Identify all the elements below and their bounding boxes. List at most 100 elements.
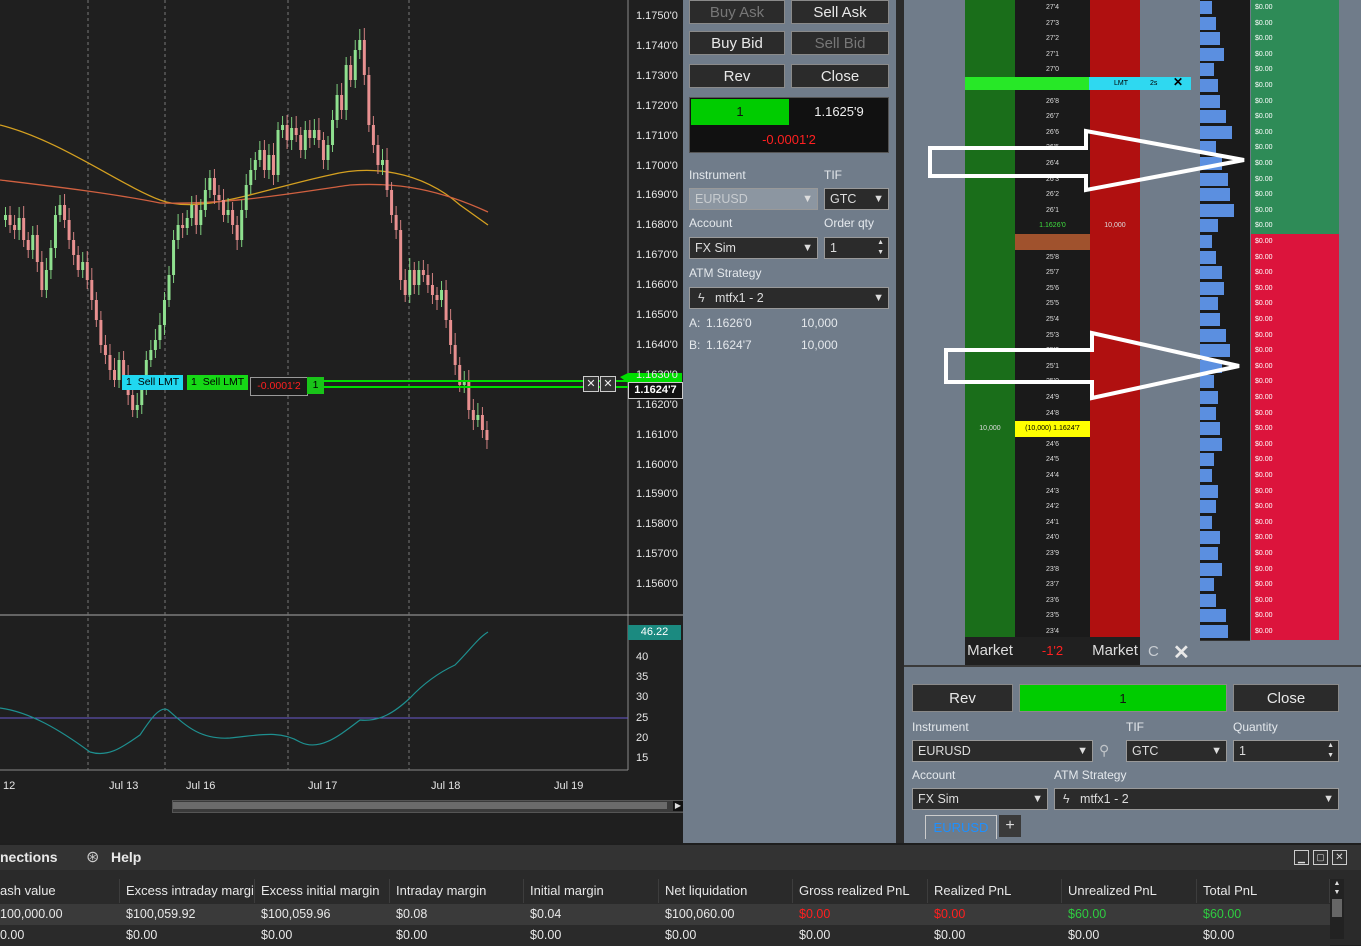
column-header[interactable]: ash value [0,879,120,903]
atm-strategy-value: mtfx1 - 2 [715,291,764,305]
scrollbar-thumb[interactable] [1332,899,1342,917]
search-icon[interactable]: ⚲ [1099,742,1109,759]
stepper-arrows-icon[interactable]: ▲ ▼ [877,238,884,258]
scroll-right-icon[interactable]: ▶ [673,801,683,811]
candle-body [353,50,357,80]
candle-body [185,218,189,228]
candle-body [26,240,30,250]
close-icon[interactable]: ✕ [583,376,599,392]
order-qty-value: 1 [830,241,837,255]
maximize-icon[interactable]: ▢ [1313,850,1328,865]
atm-strategy-value: mtfx1 - 2 [1080,792,1129,806]
buy-ask-button[interactable]: Buy Ask [689,0,785,24]
price-tick-label: 1.1700'0 [636,159,678,172]
grid-scrollbar[interactable]: ▲ ▼ [1330,879,1344,939]
scrollbar-thumb[interactable] [173,802,667,809]
candle-body [103,345,107,355]
chart-scrollbar[interactable]: ▶ [172,800,684,813]
candle-body [208,178,212,190]
price-tick-label: 1.1750'0 [636,10,678,22]
account-select[interactable]: FX Sim ▼ [912,788,1048,810]
atm-strategy-select[interactable]: ϟ mtfx1 - 2 ▼ [1054,788,1339,810]
instrument-select[interactable]: EURUSD ▼ [912,740,1093,762]
date-tick-label: Jul 18 [431,780,461,792]
close-position-button[interactable]: Close [1233,684,1339,712]
tab-eurusd[interactable]: EURUSD [925,815,997,839]
candle-body [226,210,230,215]
candle-body [471,410,475,420]
column-header[interactable]: Initial margin [524,879,659,903]
account-select[interactable]: FX Sim ▼ [689,237,818,259]
bid-label: B: [689,338,701,352]
price-chart[interactable]: 1.1750'0 1.1740'0 1.1730'0 1.1720'0 1.1710'0… [0,0,684,843]
tif-select[interactable]: GTC ▼ [1126,740,1227,762]
candle-body [371,125,375,145]
tif-select[interactable]: GTC ▼ [824,188,889,210]
tif-value: GTC [1132,744,1159,758]
table-cell: $100,059.96 [261,907,331,921]
quantity-label: Quantity [1233,720,1278,734]
column-header[interactable]: Intraday margin [390,879,524,903]
column-header[interactable]: Net liquidation [659,879,793,903]
atm-strategy-select[interactable]: ϟ mtfx1 - 2 ▼ [689,287,889,309]
candle-body [394,215,398,230]
close-icon[interactable]: ✕ [1173,640,1190,665]
oscillator-line [0,631,489,755]
menu-help[interactable]: Help [111,849,141,865]
column-header[interactable]: Total PnL [1197,879,1330,903]
instrument-label: Instrument [689,168,746,182]
column-header[interactable]: Unrealized PnL [1062,879,1197,903]
stepper-arrows-icon[interactable]: ▲ ▼ [1327,741,1334,761]
column-header[interactable]: Excess intraday margi [120,879,255,903]
candle-body [271,155,275,175]
table-cell: $0.00 [261,928,293,942]
candle-body [167,275,171,300]
chart-trader-panel: Buy Ask Sell Ask Buy Bid Sell Bid Rev Cl… [683,0,896,843]
price-tick-label: 1.1710'0 [636,129,678,142]
candle-body [190,205,194,218]
column-header[interactable]: Excess initial margin [255,879,390,903]
sell-ask-button[interactable]: Sell Ask [791,0,889,24]
add-tab-button[interactable]: + [999,815,1021,837]
chevron-down-icon: ▼ [873,193,884,205]
sell-limit-order-marker-2[interactable]: 1 Sell LMT [187,375,249,390]
position-qty-marker[interactable]: 1 [307,377,324,394]
menu-connections[interactable]: nections [0,849,58,865]
candle-body [158,325,162,340]
scroll-arrows-icon[interactable]: ▲ ▼ [1330,879,1344,897]
chart-canvas[interactable] [0,0,683,843]
candle-body [122,360,126,375]
market-buy-button[interactable]: Market [965,637,1015,665]
sell-limit-order-marker-1[interactable]: 1 Sell LMT [122,375,184,390]
help-icon[interactable]: ⊛ [86,847,99,867]
oscillator-value-label: 46.22 [628,625,681,640]
column-header[interactable]: Gross realized PnL [793,879,928,903]
close-icon[interactable]: ✕ [600,376,616,392]
close-icon[interactable]: ✕ [1332,850,1347,865]
instrument-select[interactable]: EURUSD ▼ [689,188,818,210]
candle-body [358,40,362,50]
order-qty-stepper[interactable]: 1 ▲ ▼ [824,237,889,259]
table-cell: $0.00 [396,928,428,942]
candle-body [326,145,330,160]
sell-bid-button[interactable]: Sell Bid [791,31,889,55]
cancel-all-button[interactable]: C [1148,643,1159,660]
reverse-button[interactable]: Rev [912,684,1013,712]
candle-body [235,225,239,240]
quantity-stepper[interactable]: 1 ▲ ▼ [1233,740,1339,762]
buy-bid-button[interactable]: Buy Bid [689,31,785,55]
column-header[interactable]: Realized PnL [928,879,1062,903]
position-pnl-marker[interactable]: -0.0001'2 [250,377,308,396]
close-position-button[interactable]: Close [791,64,889,88]
price-tick-label: 1.1720'0 [636,99,678,112]
table-cell: $100,060.00 [665,907,735,921]
reverse-button[interactable]: Rev [689,64,785,88]
accounts-window: nections ⊛ Help ▁ ▢ ✕ ▲ ▼ ash value Excess… [0,845,1361,946]
atm-strategy-label: ATM Strategy [689,266,762,280]
market-sell-button[interactable]: Market [1090,637,1140,665]
atm-strategy-label: ATM Strategy [1054,768,1127,782]
instrument-label: Instrument [912,720,969,734]
candle-body [376,145,380,165]
minimize-icon[interactable]: ▁ [1294,850,1309,865]
order-type: Sell LMT [202,376,245,388]
